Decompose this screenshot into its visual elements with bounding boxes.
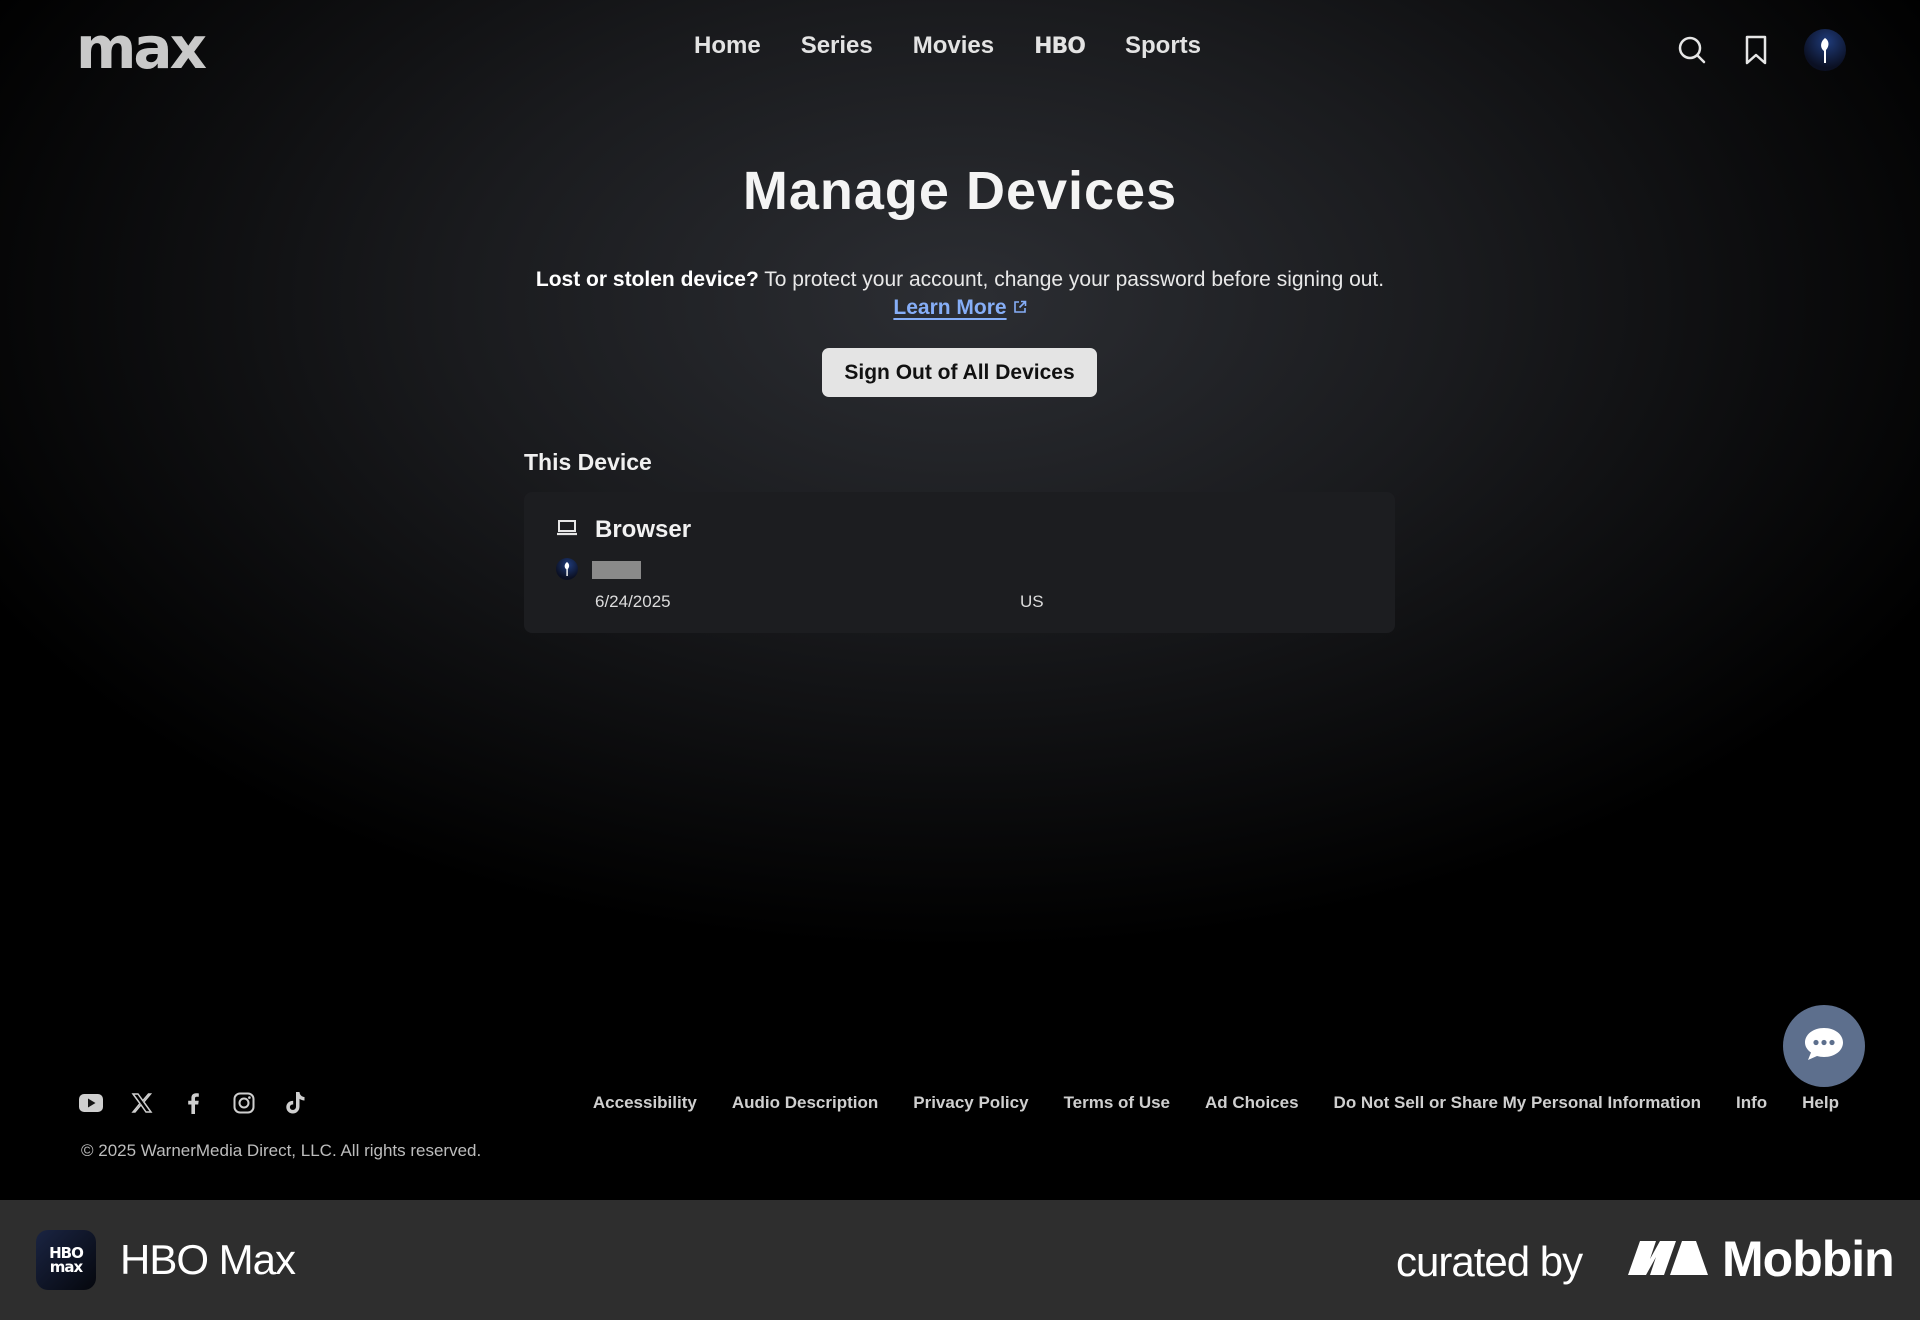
- copyright-text: © 2025 WarnerMedia Direct, LLC. All righ…: [81, 1141, 482, 1160]
- footer-link-help[interactable]: Help: [1802, 1093, 1839, 1113]
- device-card: Browser 6/24/2025 US: [524, 492, 1395, 633]
- chat-bubble-icon: [1803, 1026, 1845, 1067]
- footer-link-ad-choices[interactable]: Ad Choices: [1205, 1093, 1299, 1113]
- learn-more-label: Learn More: [893, 296, 1007, 319]
- footer-link-info[interactable]: Info: [1736, 1093, 1767, 1113]
- lost-device-notice: Lost or stolen device? To protect your a…: [0, 268, 1920, 292]
- footer-link-accessibility[interactable]: Accessibility: [593, 1093, 697, 1113]
- nav-home[interactable]: Home: [694, 32, 761, 60]
- social-links: [78, 1090, 333, 1116]
- device-date: 6/24/2025: [595, 592, 671, 611]
- learn-more-link[interactable]: Learn More: [893, 296, 1026, 319]
- x-icon[interactable]: [129, 1090, 155, 1116]
- bookmark-icon[interactable]: [1734, 28, 1778, 72]
- main-nav: Home Series Movies HBO Sports: [694, 32, 1241, 60]
- facebook-icon[interactable]: [180, 1090, 206, 1116]
- device-name: Browser: [595, 516, 692, 543]
- mobbin-mark-icon: [1626, 1237, 1710, 1282]
- app-icon-bottom-text: max: [49, 1258, 83, 1276]
- instagram-icon[interactable]: [231, 1090, 257, 1116]
- sign-out-all-button[interactable]: Sign Out of All Devices: [822, 348, 1097, 397]
- this-device-heading: This Device: [524, 449, 652, 475]
- footer-links: Accessibility Audio Description Privacy …: [558, 1093, 1839, 1113]
- page-title: Manage Devices: [742, 161, 1178, 221]
- top-header: max Home Series Movies HBO Sports: [0, 0, 1920, 100]
- external-link-icon: [1013, 296, 1027, 320]
- nav-series[interactable]: Series: [801, 32, 873, 60]
- search-icon[interactable]: [1670, 28, 1714, 72]
- header-actions: [1670, 28, 1846, 72]
- chat-support-button[interactable]: [1783, 1005, 1865, 1087]
- nav-movies[interactable]: Movies: [913, 32, 994, 60]
- notice-bold: Lost or stolen device?: [535, 268, 759, 291]
- profile-avatar[interactable]: [1804, 29, 1846, 71]
- device-profile-avatar: [556, 558, 578, 580]
- youtube-icon[interactable]: [78, 1090, 104, 1116]
- mobbin-logo: Mobbin: [1626, 1230, 1895, 1288]
- hbo-max-app-icon: HBO max: [36, 1230, 96, 1290]
- footer-link-terms-of-use[interactable]: Terms of Use: [1064, 1093, 1170, 1113]
- tiktok-icon[interactable]: [282, 1090, 308, 1116]
- notice-text: To protect your account, change your pas…: [758, 268, 1385, 291]
- mobbin-wordmark: Mobbin: [1722, 1231, 1895, 1287]
- curated-by-text: curated by: [1396, 1238, 1583, 1285]
- footer-link-do-not-sell[interactable]: Do Not Sell or Share My Personal Informa…: [1334, 1093, 1701, 1113]
- nav-sports[interactable]: Sports: [1125, 32, 1201, 60]
- nav-hbo[interactable]: HBO: [1034, 34, 1086, 59]
- footer-link-audio-description[interactable]: Audio Description: [732, 1093, 878, 1113]
- app-name: HBO Max: [120, 1236, 296, 1283]
- device-country: US: [1020, 592, 1044, 611]
- redacted-profile-name: [592, 561, 641, 579]
- laptop-icon: [556, 519, 578, 542]
- learn-more-row: Learn More: [0, 296, 1920, 320]
- page-background: max Home Series Movies HBO Sports Manage…: [0, 0, 1920, 1200]
- footer-link-privacy-policy[interactable]: Privacy Policy: [913, 1093, 1028, 1113]
- mobbin-banner: HBO max HBO Max curated by Mobbin: [0, 1200, 1920, 1320]
- max-logo[interactable]: max: [76, 14, 207, 82]
